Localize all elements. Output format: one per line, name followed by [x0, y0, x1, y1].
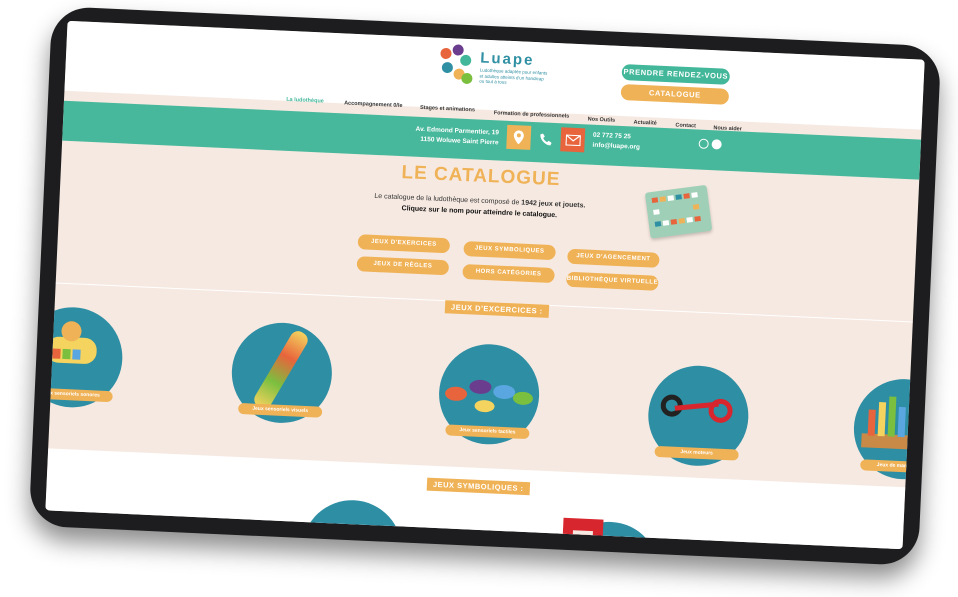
logo-figures-icon [437, 44, 473, 86]
website-viewport[interactable]: Luape Ludothèque adaptée pour enfants et… [45, 20, 925, 550]
catalogue-link-exercices[interactable]: JEUX D'EXERCICES [357, 234, 451, 254]
product-image-symbolique-1 [299, 498, 405, 550]
phone-icon[interactable] [533, 126, 559, 152]
product-card-moteurs[interactable]: Jeux moteurs [646, 363, 751, 469]
appointment-button[interactable]: PRENDRE RENDEZ-VOUS [621, 63, 731, 85]
product-image-symbolique-2 [556, 517, 662, 550]
product-card-sonores[interactable]: Jeux sensoriels sonores [45, 305, 125, 410]
contact-details: 02 772 75 25 info@luape.org [592, 131, 640, 153]
catalogue-link-bibliotheque[interactable]: BIBLIOTHÈQUE VIRTUELLE [566, 271, 659, 291]
facebook-icon[interactable] [711, 139, 722, 150]
catalogue-link-regles[interactable]: JEUX DE RÈGLES [356, 256, 450, 276]
intro-count: 1942 jeux et jouets. [521, 199, 586, 210]
product-card-symbolique-2[interactable] [556, 517, 662, 550]
nav-item-ludotheque[interactable]: La ludothèque [286, 97, 324, 105]
product-card-tactiles[interactable]: Jeux sensoriels tactiles [436, 342, 542, 447]
tablet-frame: Luape Ludothèque adaptée pour enfants et… [28, 6, 942, 566]
nav-item-formation[interactable]: Formation de professionnels [494, 110, 570, 119]
instagram-icon[interactable] [698, 138, 709, 149]
page-title: LE CATALOGUE [401, 162, 561, 191]
nav-item-actualite[interactable]: Actualité [633, 120, 656, 127]
logo-wordmark: Luape [479, 49, 535, 70]
product-card-symbolique-1[interactable] [299, 498, 405, 550]
nav-item-accompagnement[interactable]: Accompagnement 0/le [344, 100, 403, 109]
product-card-visuels[interactable]: Jeux sensoriels visuels [229, 320, 335, 426]
catalogue-link-agencement[interactable]: JEUX D'AGENCEMENT [567, 248, 660, 268]
catalogue-link-symboliques[interactable]: JEUX SYMBOLIQUES [463, 241, 556, 261]
luape-logo[interactable]: Luape Ludothèque adaptée pour enfants et… [437, 44, 549, 99]
location-pin-icon[interactable] [506, 124, 532, 150]
nav-item-outils[interactable]: Nos Outils [588, 116, 616, 123]
catalogue-link-hors-categories[interactable]: HORS CATÉGORIES [462, 263, 555, 284]
address: Av. Edmond Parmentier, 19 1150 Woluwe Sa… [398, 124, 499, 149]
social-links [698, 138, 722, 150]
product-card-manipulation[interactable]: Jeux de manipulation [851, 376, 925, 482]
catalogue-button[interactable]: CATALOGUE [620, 83, 730, 105]
section-label-exercices: JEUX D'EXCERCICES : [444, 300, 549, 318]
email-address[interactable]: info@luape.org [592, 141, 640, 153]
catalogue-intro: Le catalogue de la ludothèque est compos… [349, 190, 610, 224]
nav-item-stages[interactable]: Stages et animations [420, 105, 475, 113]
symboliques-section [45, 448, 906, 550]
mail-icon[interactable] [560, 127, 586, 153]
board-game-image [644, 184, 713, 239]
logo-tagline: Ludothèque adaptée pour enfants et adult… [479, 67, 548, 85]
